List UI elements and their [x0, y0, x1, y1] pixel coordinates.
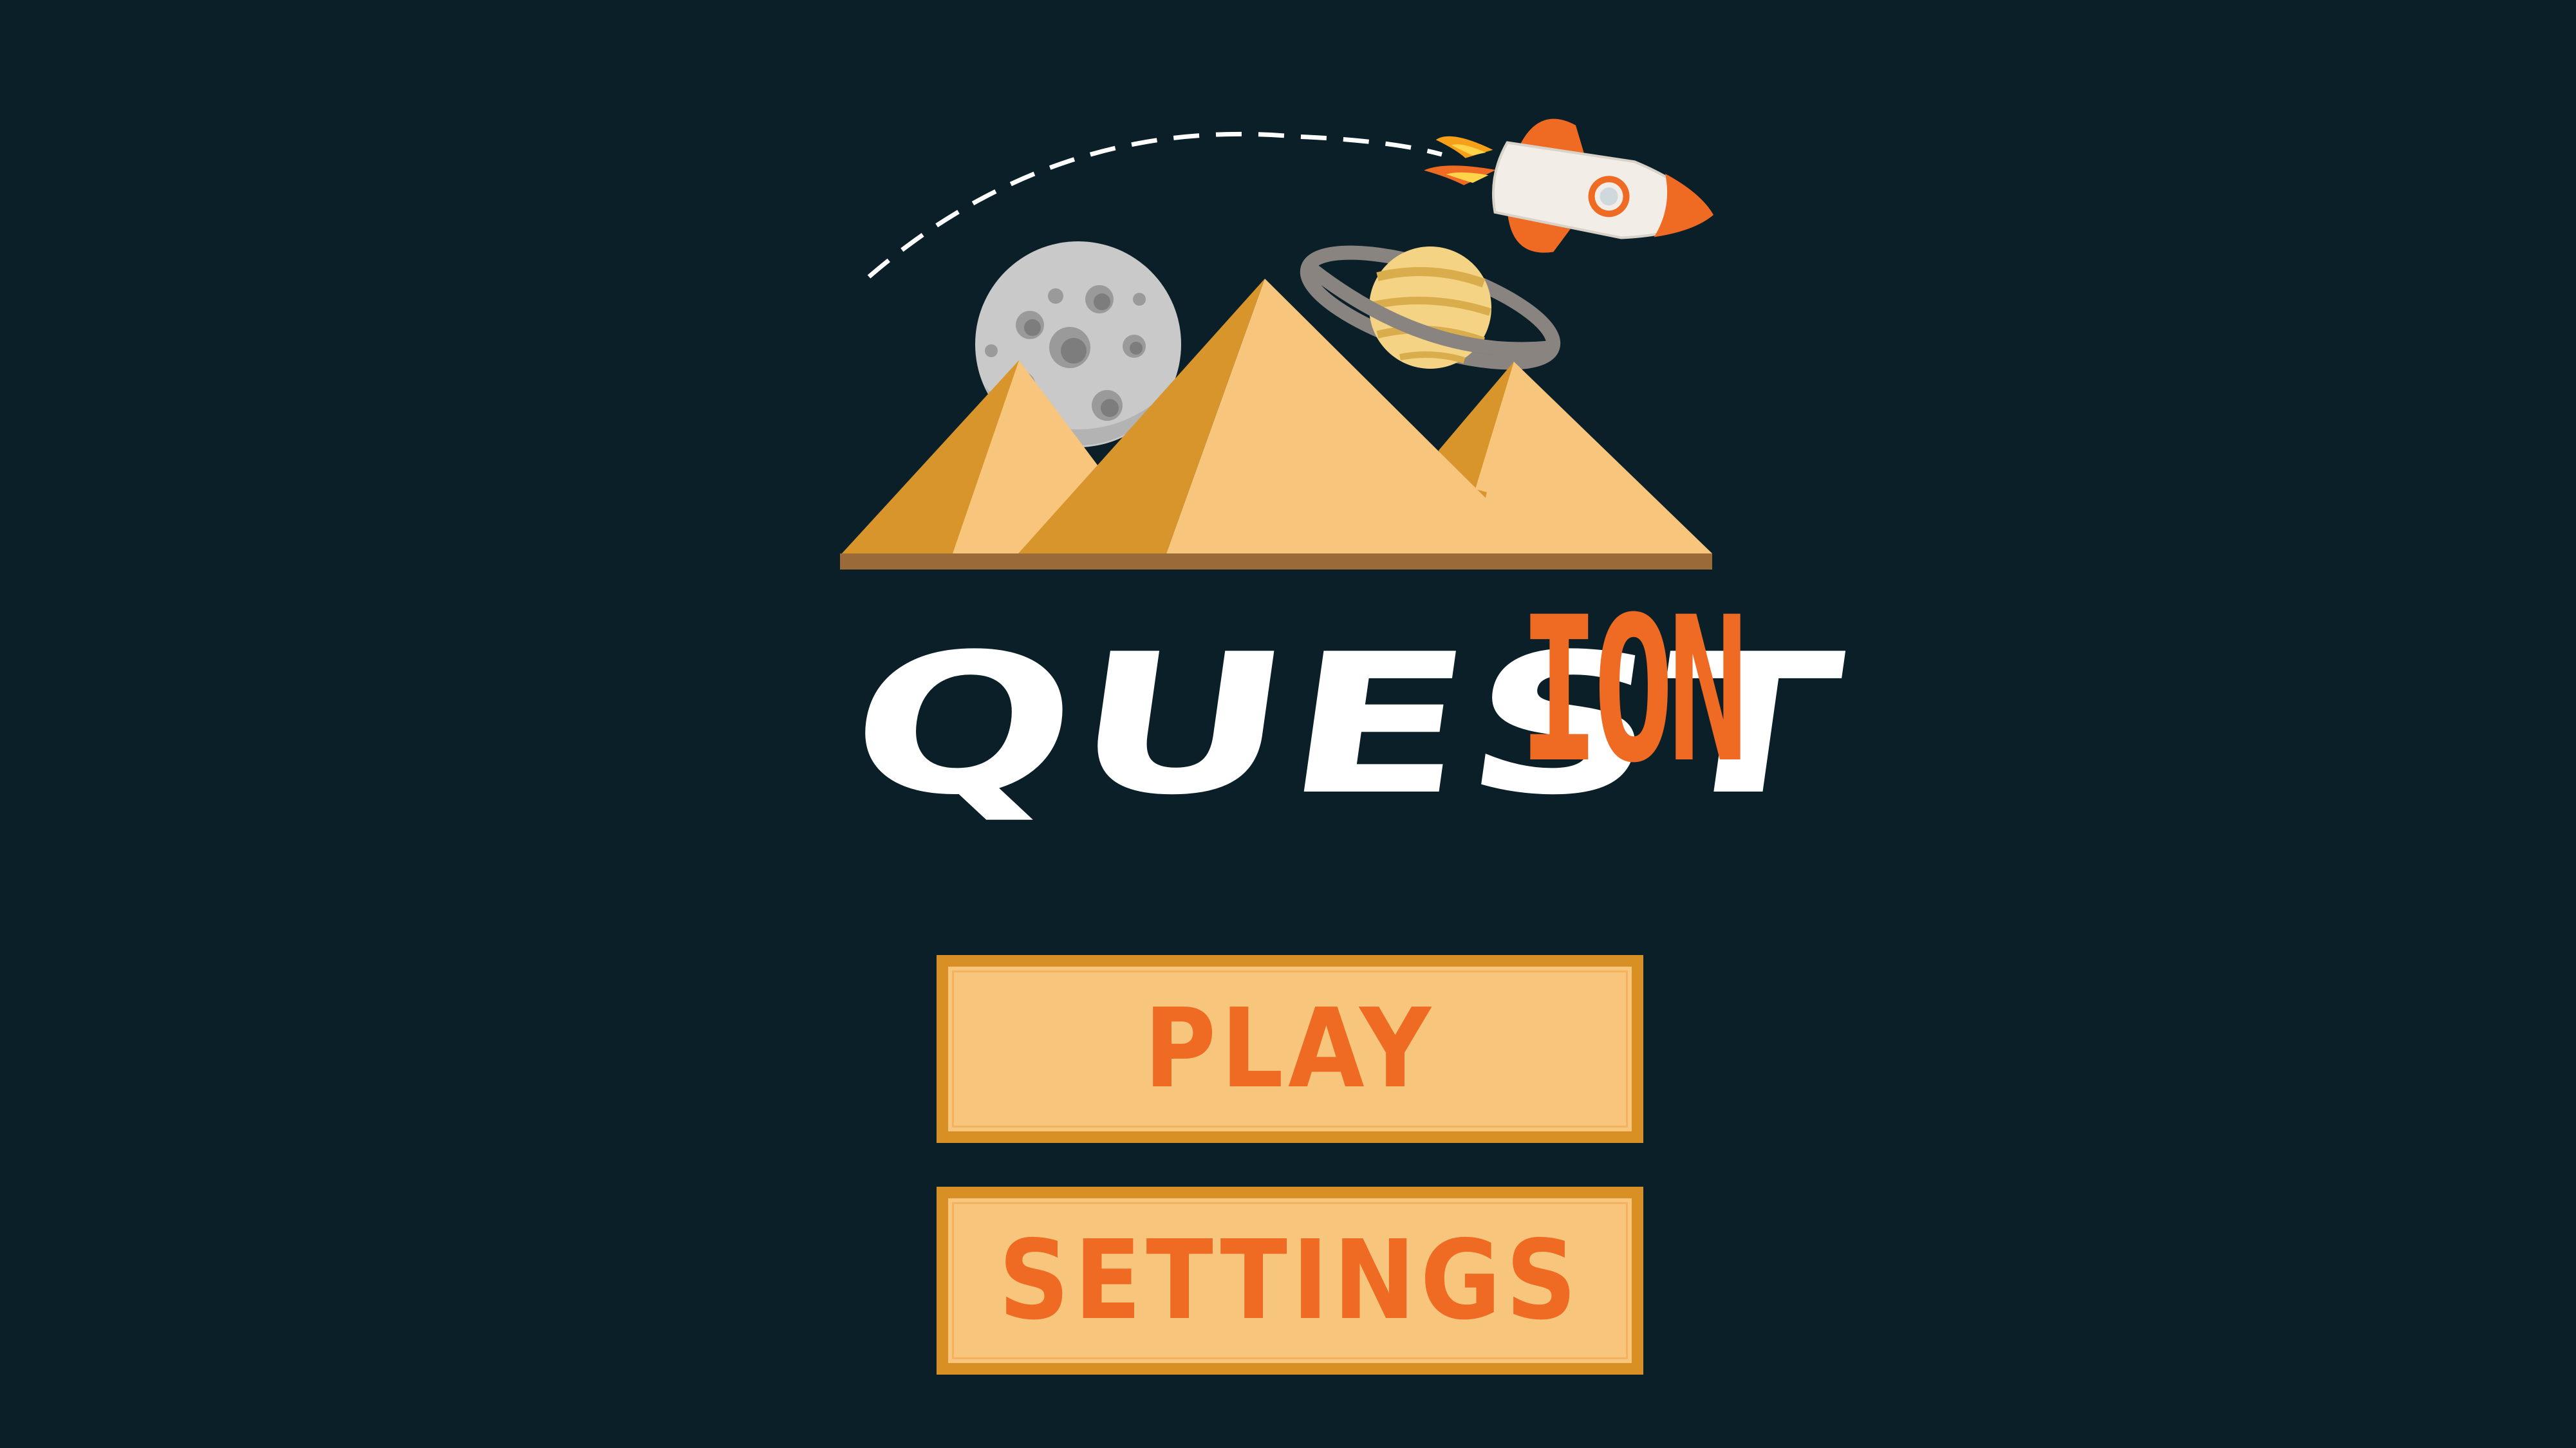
settings-button-label: SETTINGS: [998, 1217, 1582, 1344]
play-button-label: PLAY: [1144, 985, 1436, 1113]
title-part-ion: ION: [1519, 575, 1742, 807]
rocket-icon: [1424, 118, 1714, 253]
settings-button[interactable]: SETTINGS: [937, 1187, 1643, 1375]
main-menu-screen: QUEST ION PLAY SETTINGS: [0, 0, 2576, 1448]
play-button[interactable]: PLAY: [937, 955, 1643, 1143]
pyramids-icon: [840, 279, 1712, 570]
